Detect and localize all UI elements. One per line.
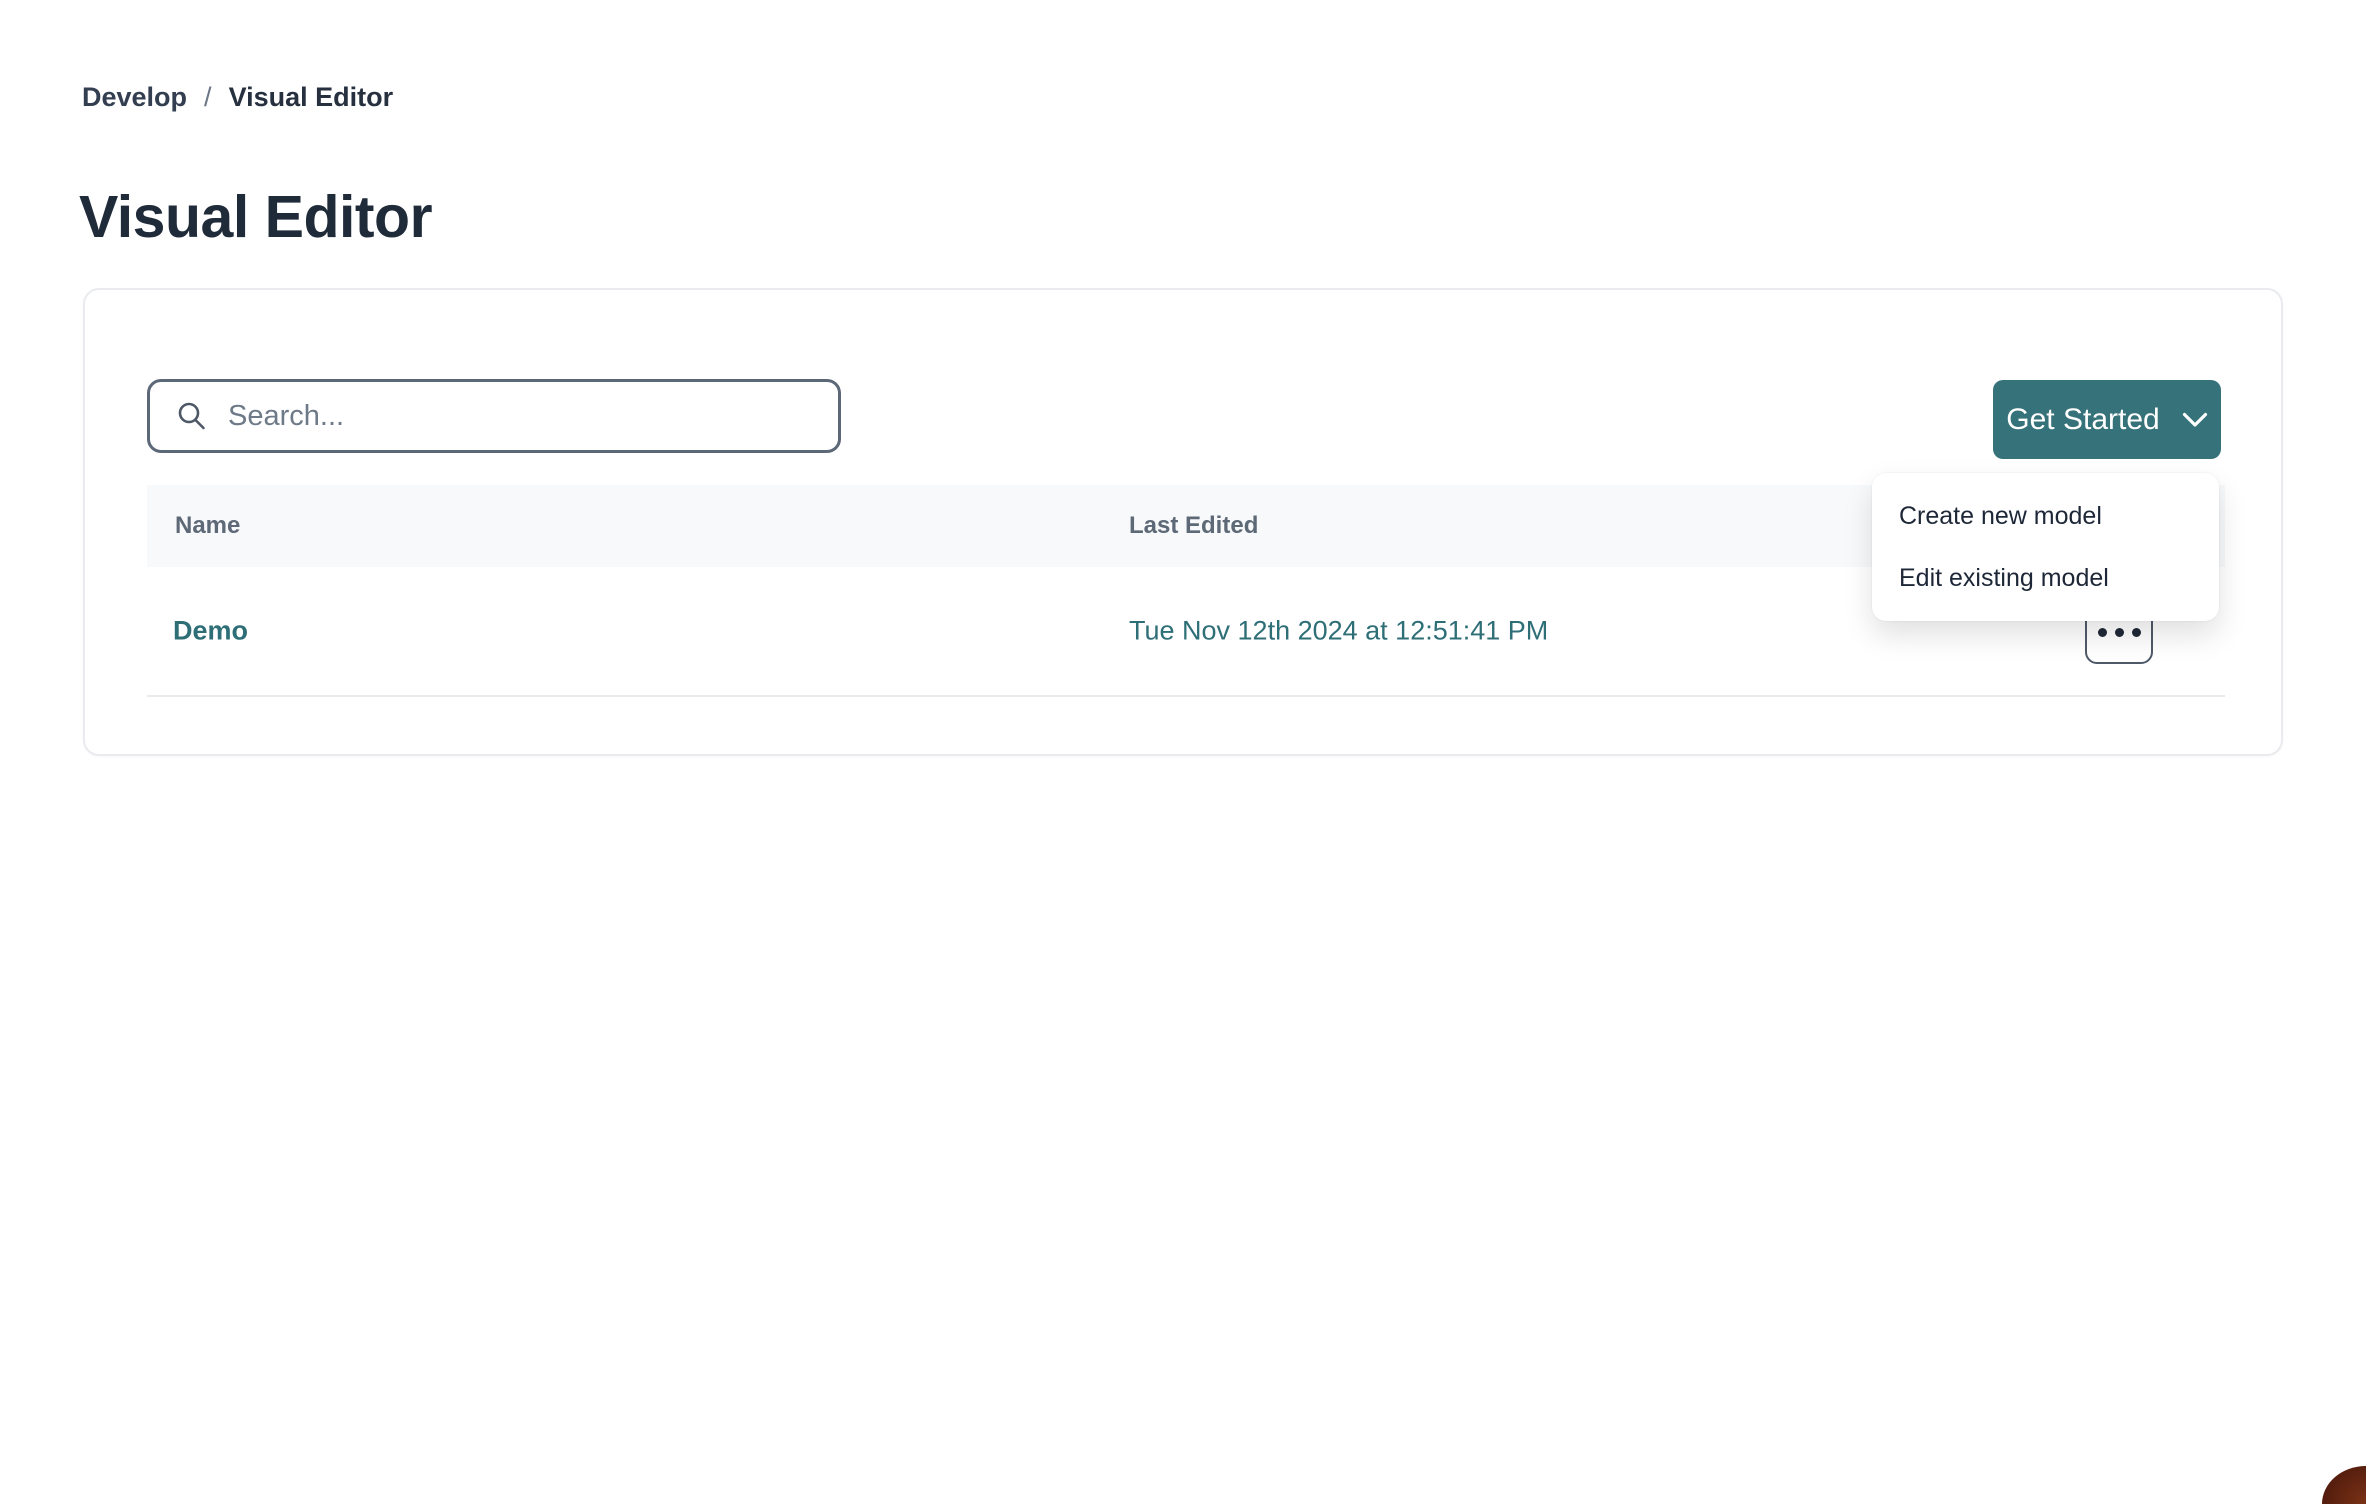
get-started-label: Get Started xyxy=(2006,403,2159,437)
get-started-dropdown: Create new model Edit existing model xyxy=(1872,473,2219,621)
corner-decoration xyxy=(2322,1466,2366,1504)
page-title: Visual Editor xyxy=(79,183,432,251)
search-icon xyxy=(176,400,208,432)
column-header-last-edited: Last Edited xyxy=(1129,512,1258,540)
ellipsis-icon xyxy=(2098,628,2141,637)
search-input[interactable] xyxy=(226,399,812,434)
chevron-down-icon xyxy=(2182,412,2208,428)
visual-editor-page: Develop / Visual Editor Visual Editor Ge… xyxy=(0,0,2366,1504)
breadcrumb-visual-editor[interactable]: Visual Editor xyxy=(229,82,394,113)
column-header-name: Name xyxy=(175,512,240,540)
search-box[interactable] xyxy=(147,379,841,453)
menu-item-edit-existing-model[interactable]: Edit existing model xyxy=(1872,547,2219,609)
get-started-button[interactable]: Get Started xyxy=(1993,380,2221,459)
model-name-link[interactable]: Demo xyxy=(173,616,248,647)
breadcrumb-develop[interactable]: Develop xyxy=(82,82,187,113)
breadcrumb-separator: / xyxy=(204,82,212,113)
menu-item-create-new-model[interactable]: Create new model xyxy=(1872,485,2219,547)
breadcrumb: Develop / Visual Editor xyxy=(82,82,393,113)
model-last-edited: Tue Nov 12th 2024 at 12:51:41 PM xyxy=(1129,616,1548,647)
